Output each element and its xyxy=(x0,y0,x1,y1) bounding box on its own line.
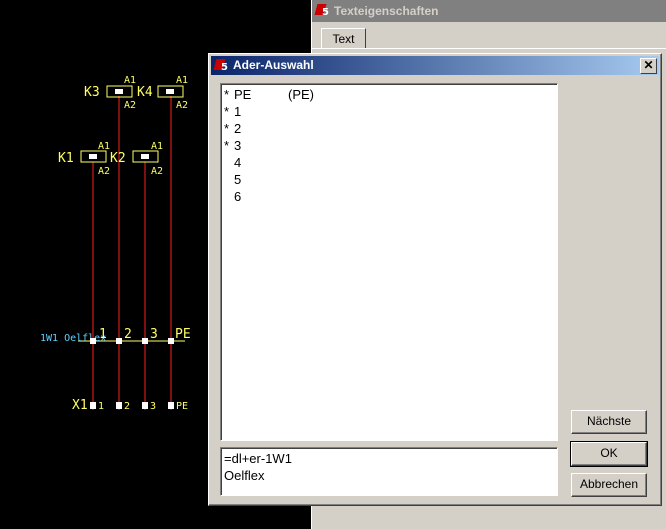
svg-text:A2: A2 xyxy=(124,100,136,111)
wire-selection-dialog: 5 Ader-Auswahl ✕ * PE (PE) * 1 * 2 * 3 4 5 6 … xyxy=(208,53,662,506)
dialog-title: Ader-Auswahl xyxy=(233,58,314,72)
svg-text:1: 1 xyxy=(99,327,107,342)
dialog-titlebar[interactable]: 5 Ader-Auswahl ✕ xyxy=(211,56,659,75)
contactor-k4[interactable]: K4 A1 A2 xyxy=(137,75,188,111)
svg-text:PE: PE xyxy=(175,327,191,342)
svg-text:K4: K4 xyxy=(137,85,153,100)
svg-text:2: 2 xyxy=(124,327,132,342)
svg-text:K1: K1 xyxy=(58,151,74,166)
cable-designation: =dl+er-1W1 xyxy=(224,451,292,466)
wire-list[interactable]: * PE (PE) * 1 * 2 * 3 4 5 6 xyxy=(220,83,558,441)
close-icon[interactable]: ✕ xyxy=(640,58,657,74)
ok-button[interactable]: OK xyxy=(570,441,648,467)
svg-text:1W1 Oelflex: 1W1 Oelflex xyxy=(40,333,106,344)
svg-text:A2: A2 xyxy=(176,100,188,111)
svg-text:A1: A1 xyxy=(98,141,110,152)
svg-text:K2: K2 xyxy=(110,151,126,166)
svg-text:A1: A1 xyxy=(176,75,188,86)
app-logo-icon: 5 xyxy=(213,59,229,73)
contactor-k2[interactable]: K2 A1 A2 xyxy=(110,141,163,177)
svg-text:3: 3 xyxy=(150,401,156,412)
svg-text:3: 3 xyxy=(150,327,158,342)
svg-text:2: 2 xyxy=(124,401,130,412)
text-properties-titlebar[interactable]: 5 Texteigenschaften xyxy=(312,0,666,22)
cable-info-box: =dl+er-1W1 Oelflex xyxy=(220,447,558,496)
cable-type: Oelflex xyxy=(224,468,265,483)
svg-text:1: 1 xyxy=(98,401,104,412)
svg-text:A1: A1 xyxy=(124,75,136,86)
svg-text:A2: A2 xyxy=(98,166,110,177)
tab-divider xyxy=(312,48,666,49)
cancel-button[interactable]: Abbrechen xyxy=(571,473,647,497)
cable-1w1[interactable]: 1W1 Oelflex 1 2 3 PE xyxy=(40,327,191,344)
tab-text[interactable]: Text xyxy=(321,28,366,49)
svg-text:PE: PE xyxy=(176,401,188,412)
svg-text:X1: X1 xyxy=(72,398,88,413)
svg-text:A1: A1 xyxy=(151,141,163,152)
contactor-k1[interactable]: K1 A1 A2 xyxy=(58,141,110,177)
svg-text:A2: A2 xyxy=(151,166,163,177)
contactor-k3[interactable]: K3 A1 A2 xyxy=(84,75,136,111)
app-logo-icon: 5 xyxy=(314,4,330,18)
svg-text:K3: K3 xyxy=(84,85,100,100)
next-button[interactable]: Nächste xyxy=(571,410,647,434)
text-properties-title: Texteigenschaften xyxy=(334,4,439,18)
